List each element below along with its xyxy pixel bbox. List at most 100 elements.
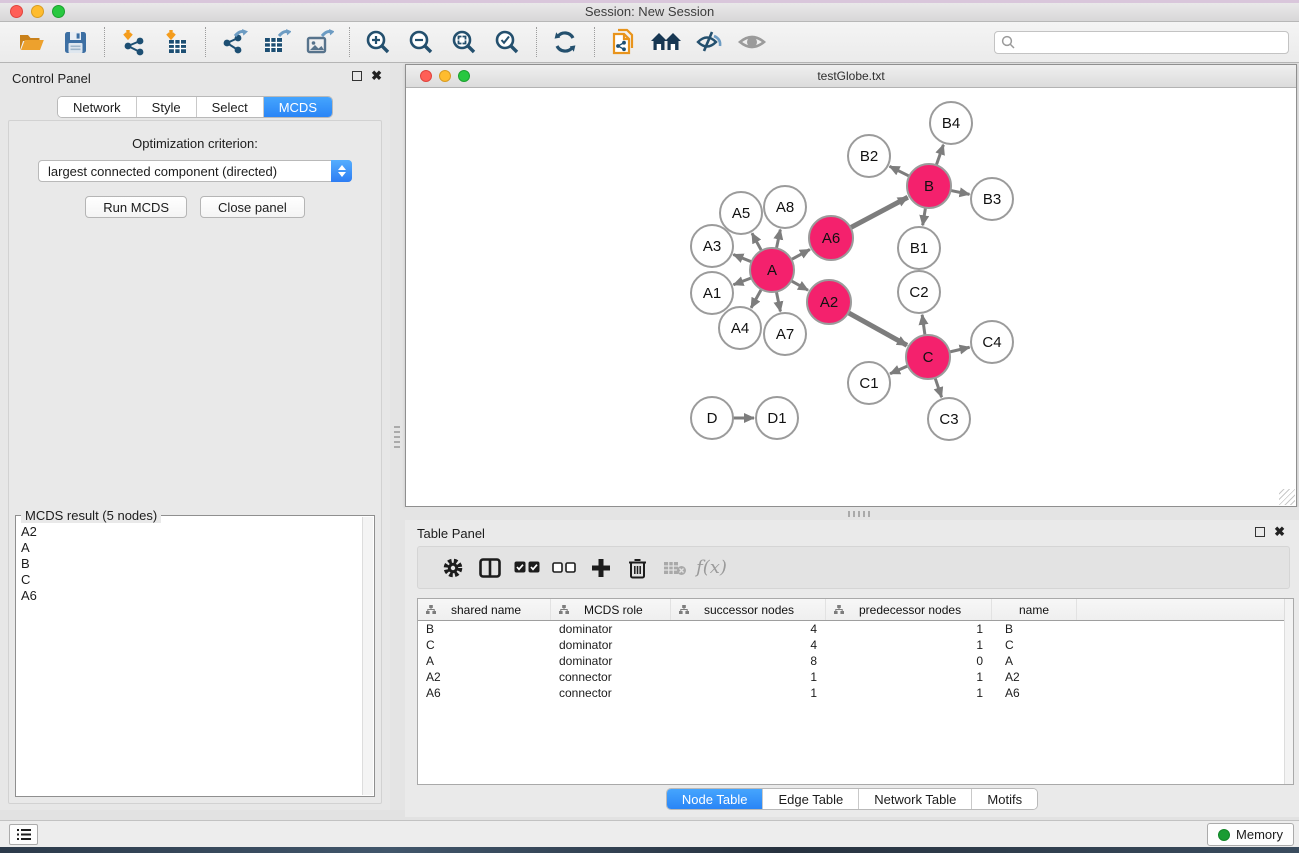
- node-B[interactable]: B: [907, 164, 951, 208]
- table-row[interactable]: Adominator80A: [418, 653, 1293, 669]
- close-table-panel-icon[interactable]: ✖: [1274, 527, 1285, 537]
- table-cell[interactable]: 1: [826, 621, 992, 637]
- search-field[interactable]: [994, 31, 1289, 54]
- zoom-fit-button[interactable]: [446, 25, 482, 59]
- add-column-button[interactable]: [582, 551, 619, 585]
- memory-button[interactable]: Memory: [1207, 823, 1294, 846]
- task-history-button[interactable]: [9, 824, 38, 845]
- zoom-in-button[interactable]: [360, 25, 396, 59]
- node-B4[interactable]: B4: [930, 102, 972, 144]
- zoom-out-button[interactable]: [403, 25, 439, 59]
- delete-table-button[interactable]: [656, 551, 693, 585]
- deselect-all-button[interactable]: [545, 551, 582, 585]
- open-session-button[interactable]: [14, 25, 50, 59]
- column-header-successor-nodes[interactable]: successor nodes: [671, 599, 826, 620]
- select-all-button[interactable]: [508, 551, 545, 585]
- node-C2[interactable]: C2: [898, 271, 940, 313]
- table-row[interactable]: Bdominator41B: [418, 621, 1293, 637]
- node-D1[interactable]: D1: [756, 397, 798, 439]
- node-C[interactable]: C: [906, 335, 950, 379]
- export-network-button[interactable]: [216, 25, 252, 59]
- table-scrollbar[interactable]: [1284, 599, 1293, 784]
- function-builder-button[interactable]: f(x): [693, 551, 730, 585]
- node-C1[interactable]: C1: [848, 362, 890, 404]
- tab-motifs[interactable]: Motifs: [972, 789, 1037, 809]
- table-cell[interactable]: dominator: [551, 621, 671, 637]
- tab-node-table[interactable]: Node Table: [667, 789, 764, 809]
- result-item[interactable]: C: [18, 572, 361, 588]
- node-C4[interactable]: C4: [971, 321, 1013, 363]
- edge-C-C3[interactable]: [935, 378, 942, 397]
- edge-A-A1[interactable]: [733, 278, 751, 285]
- node-B1[interactable]: B1: [898, 227, 940, 269]
- tab-mcds[interactable]: MCDS: [264, 97, 332, 117]
- table-row[interactable]: A2connector11A2: [418, 669, 1293, 685]
- column-header-name[interactable]: name: [992, 599, 1077, 620]
- table-cell[interactable]: connector: [551, 669, 671, 685]
- table-cell[interactable]: dominator: [551, 637, 671, 653]
- table-cell[interactable]: 1: [826, 685, 992, 701]
- criterion-select[interactable]: largest connected component (directed): [38, 160, 352, 182]
- import-table-button[interactable]: [158, 25, 194, 59]
- edge-A-A2[interactable]: [791, 281, 808, 290]
- node-C3[interactable]: C3: [928, 398, 970, 440]
- edge-A-A8[interactable]: [776, 230, 780, 249]
- tab-network[interactable]: Network: [58, 97, 137, 117]
- network-window-titlebar[interactable]: testGlobe.txt: [406, 65, 1296, 88]
- table-cell[interactable]: 1: [826, 669, 992, 685]
- run-mcds-button[interactable]: Run MCDS: [85, 196, 187, 218]
- node-A[interactable]: A: [750, 248, 794, 292]
- table-settings-button[interactable]: [434, 551, 471, 585]
- export-image-button[interactable]: [302, 25, 338, 59]
- node-A2[interactable]: A2: [807, 280, 851, 324]
- node-B3[interactable]: B3: [971, 178, 1013, 220]
- show-hidden-button[interactable]: [734, 25, 770, 59]
- delete-column-button[interactable]: [619, 551, 656, 585]
- table-cell[interactable]: A: [992, 653, 1077, 669]
- edge-B-B3[interactable]: [951, 190, 970, 194]
- tab-edge-table[interactable]: Edge Table: [763, 789, 859, 809]
- result-item[interactable]: A6: [18, 588, 361, 604]
- edge-A2-C[interactable]: [848, 313, 907, 346]
- table-cell[interactable]: 4: [671, 637, 826, 653]
- tab-network-table[interactable]: Network Table: [859, 789, 972, 809]
- node-B2[interactable]: B2: [848, 135, 890, 177]
- tab-style[interactable]: Style: [137, 97, 197, 117]
- edge-A-A7[interactable]: [776, 292, 780, 312]
- edge-A-A3[interactable]: [733, 255, 751, 262]
- column-header-MCDS-role[interactable]: MCDS role: [551, 599, 671, 620]
- node-A1[interactable]: A1: [691, 272, 733, 314]
- table-cell[interactable]: A6: [992, 685, 1077, 701]
- node-A8[interactable]: A8: [764, 186, 806, 228]
- table-cell[interactable]: A2: [418, 669, 551, 685]
- edge-A-A4[interactable]: [751, 289, 761, 308]
- edge-C-C2[interactable]: [922, 315, 925, 335]
- table-cell[interactable]: 0: [826, 653, 992, 669]
- table-cell[interactable]: 1: [671, 669, 826, 685]
- table-cell[interactable]: 4: [671, 621, 826, 637]
- table-cell[interactable]: B: [418, 621, 551, 637]
- edge-A-A5[interactable]: [752, 233, 762, 250]
- table-cell[interactable]: A6: [418, 685, 551, 701]
- float-table-panel-icon[interactable]: [1255, 527, 1265, 537]
- mcds-result-list[interactable]: A2ABCA6: [18, 524, 361, 794]
- tab-select[interactable]: Select: [197, 97, 264, 117]
- table-cell[interactable]: 1: [671, 685, 826, 701]
- column-header-shared-name[interactable]: shared name: [418, 599, 551, 620]
- result-item[interactable]: B: [18, 556, 361, 572]
- edge-B-B2[interactable]: [890, 166, 910, 176]
- table-cell[interactable]: C: [418, 637, 551, 653]
- node-A4[interactable]: A4: [719, 307, 761, 349]
- edge-C-C4[interactable]: [949, 347, 969, 352]
- resize-grip-icon[interactable]: [1279, 489, 1295, 505]
- table-cell[interactable]: A2: [992, 669, 1077, 685]
- table-cell[interactable]: 8: [671, 653, 826, 669]
- edge-B-B1[interactable]: [923, 208, 926, 226]
- table-cell[interactable]: dominator: [551, 653, 671, 669]
- vertical-split-divider[interactable]: [390, 63, 405, 810]
- table-row[interactable]: Cdominator41C: [418, 637, 1293, 653]
- edge-A-A6[interactable]: [791, 249, 810, 259]
- node-A5[interactable]: A5: [720, 192, 762, 234]
- import-network-button[interactable]: [115, 25, 151, 59]
- node-D[interactable]: D: [691, 397, 733, 439]
